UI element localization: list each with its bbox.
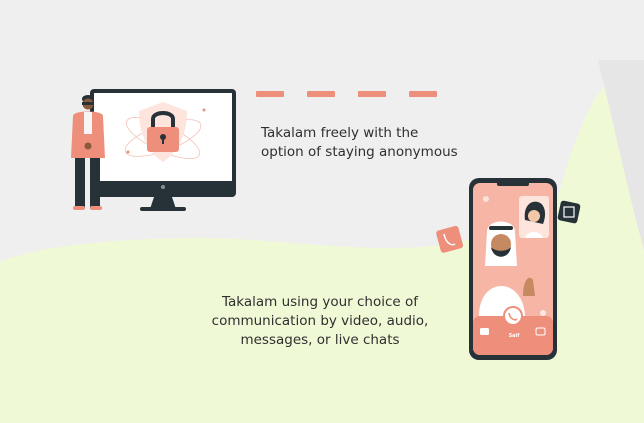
anonymous-chat-illustration [71, 89, 236, 211]
connector-dash [358, 91, 386, 97]
connector-dash [256, 91, 284, 97]
connector-dash [307, 91, 335, 97]
feature-anonymous-text: Takalam freely with the option of stayin… [261, 125, 458, 160]
connector-dash [409, 91, 437, 97]
caller-name: Saif [508, 333, 520, 339]
feature-communication-text: Takalam using your choice of communicati… [211, 294, 429, 348]
